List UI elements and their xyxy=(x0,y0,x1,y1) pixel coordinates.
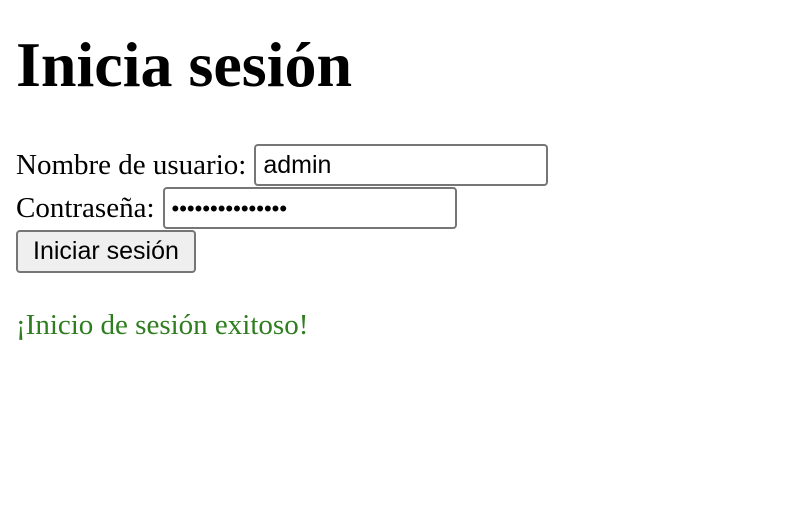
success-message: ¡Inicio de sesión exitoso! xyxy=(16,309,309,341)
password-row: Contraseña: ••••••••••••••• xyxy=(16,187,457,229)
password-label: Contraseña: xyxy=(16,192,155,224)
password-input[interactable]: ••••••••••••••• xyxy=(162,187,457,229)
username-input[interactable]: admin xyxy=(254,144,549,186)
username-label: Nombre de usuario: xyxy=(16,149,247,181)
username-value: admin xyxy=(263,151,332,179)
page-title: Inicia sesión xyxy=(16,29,353,100)
password-masked-value: ••••••••••••••• xyxy=(171,196,288,221)
username-row: Nombre de usuario: admin xyxy=(16,144,549,186)
login-submit-button[interactable]: Iniciar sesión xyxy=(16,230,196,273)
